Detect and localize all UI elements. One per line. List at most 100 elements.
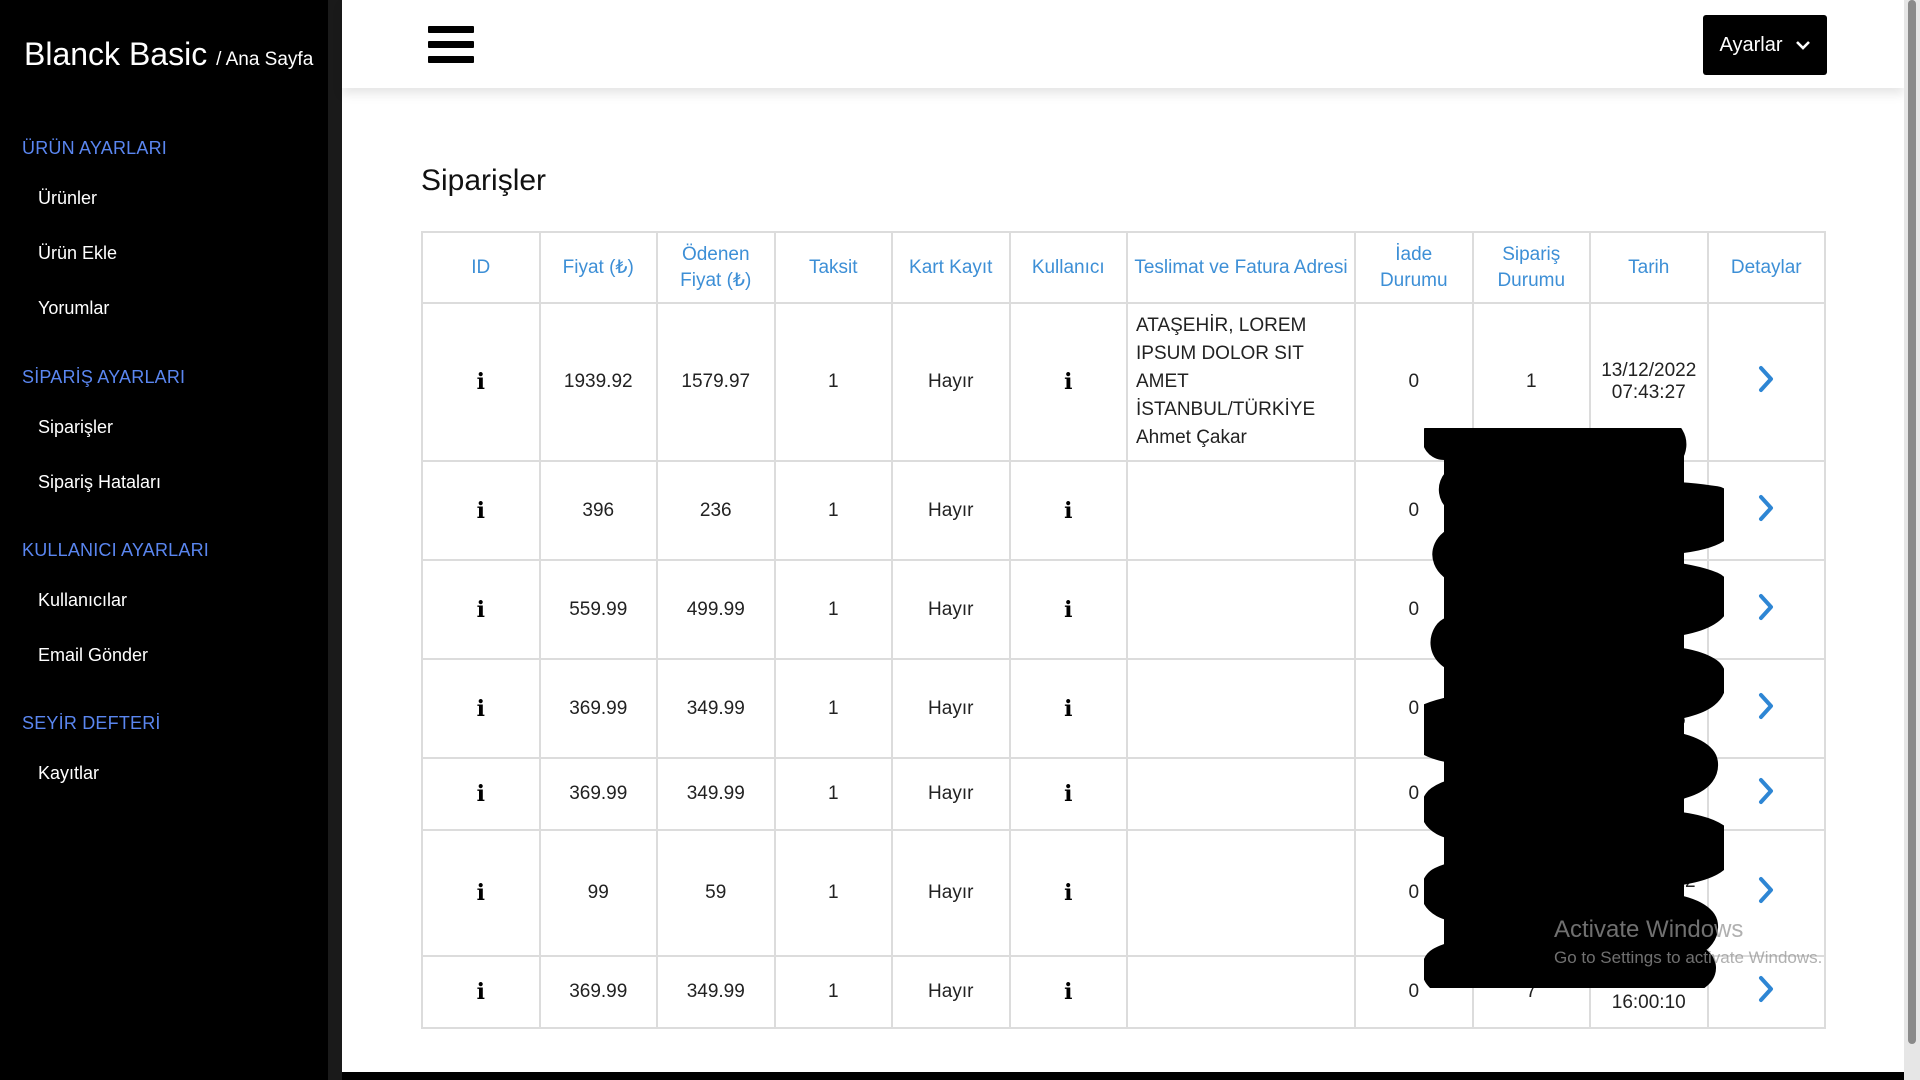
- sidebar-item-yorumlar[interactable]: Yorumlar: [38, 298, 109, 319]
- table-header-row: ID Fiyat (₺) Ödenen Fiyat (₺) Taksit Kar…: [421, 231, 1826, 304]
- installment-cell: 1: [773, 757, 893, 831]
- header-paid-price: Ödenen Fiyat (₺): [656, 231, 776, 304]
- sidebar-item-urun-ekle[interactable]: Ürün Ekle: [38, 243, 117, 264]
- details-cell: [1706, 757, 1826, 831]
- header-address: Teslimat ve Fatura Adresi: [1126, 231, 1356, 304]
- date-text: 13/12/2022: [1601, 360, 1697, 381]
- row-id-cell: i: [421, 658, 541, 759]
- chevron-right-icon[interactable]: [1756, 876, 1776, 910]
- chevron-right-icon[interactable]: [1756, 777, 1776, 811]
- installment-cell: 1: [773, 460, 893, 561]
- info-icon[interactable]: i: [477, 597, 485, 623]
- header-card-saved: Kart Kayıt: [891, 231, 1011, 304]
- user-info-icon[interactable]: i: [1064, 781, 1072, 807]
- info-icon[interactable]: i: [477, 880, 485, 906]
- user-cell: i: [1008, 460, 1128, 561]
- sidebar-item-kullanicilar[interactable]: Kullanıcılar: [38, 590, 127, 611]
- chevron-right-icon[interactable]: [1756, 365, 1776, 399]
- brand[interactable]: Blanck Basic / Ana Sayfa: [24, 36, 313, 73]
- header-id: ID: [421, 231, 541, 304]
- paid-price-cell: 349.99: [656, 757, 776, 831]
- header-price: Fiyat (₺): [538, 231, 658, 304]
- section-title-siparis-ayarlari: SİPARİŞ AYARLARI: [22, 367, 186, 387]
- address-cell: [1126, 460, 1356, 561]
- page-title: Siparişler: [421, 164, 547, 197]
- details-cell: [1706, 829, 1826, 957]
- details-cell: [1706, 955, 1826, 1029]
- info-icon[interactable]: i: [477, 498, 485, 524]
- brand-subtitle: / Ana Sayfa: [216, 49, 314, 70]
- user-cell: i: [1008, 559, 1128, 660]
- header-user: Kullanıcı: [1008, 231, 1128, 304]
- price-cell: 396: [538, 460, 658, 561]
- card-saved-cell: Hayır: [891, 460, 1011, 561]
- sidebar-item-urunler[interactable]: Ürünler: [38, 188, 97, 209]
- installment-cell: 1: [773, 302, 893, 462]
- details-cell: [1706, 658, 1826, 759]
- sidebar-item-siparisler[interactable]: Siparişler: [38, 417, 113, 438]
- user-info-icon[interactable]: i: [1064, 880, 1072, 906]
- info-icon[interactable]: i: [477, 369, 485, 395]
- scrollbar[interactable]: [1904, 0, 1920, 1080]
- time-text: 16:00:10: [1611, 992, 1686, 1013]
- info-icon[interactable]: i: [477, 979, 485, 1005]
- user-info-icon[interactable]: i: [1064, 979, 1072, 1005]
- paid-price-cell: 499.99: [656, 559, 776, 660]
- hamburger-menu-icon[interactable]: [428, 26, 474, 64]
- header-date: Tarih: [1589, 231, 1709, 304]
- paid-price-cell: 236: [656, 460, 776, 561]
- installment-cell: 1: [773, 955, 893, 1029]
- address-cell: [1126, 829, 1356, 957]
- info-icon[interactable]: i: [477, 696, 485, 722]
- row-id-cell: i: [421, 757, 541, 831]
- info-icon[interactable]: i: [477, 781, 485, 807]
- user-cell: i: [1008, 658, 1128, 759]
- section-title-kullanici-ayarlari: KULLANICI AYARLARI: [22, 540, 210, 560]
- user-cell: i: [1008, 829, 1128, 957]
- card-saved-cell: Hayır: [891, 302, 1011, 462]
- address-cell: [1126, 955, 1356, 1029]
- chevron-right-icon[interactable]: [1756, 494, 1776, 528]
- details-cell: [1706, 460, 1826, 561]
- chevron-right-icon[interactable]: [1756, 692, 1776, 726]
- brand-title: Blanck Basic: [24, 36, 208, 72]
- user-info-icon[interactable]: i: [1064, 597, 1072, 623]
- price-cell: 369.99: [538, 757, 658, 831]
- row-id-cell: i: [421, 559, 541, 660]
- sidebar-item-email-gonder[interactable]: Email Gönder: [38, 645, 148, 666]
- user-info-icon[interactable]: i: [1064, 696, 1072, 722]
- address-cell: ATAŞEHİR, LOREM IPSUM DOLOR SIT AMET İST…: [1126, 302, 1356, 462]
- chevron-right-icon[interactable]: [1756, 975, 1776, 1009]
- card-saved-cell: Hayır: [891, 559, 1011, 660]
- price-cell: 559.99: [538, 559, 658, 660]
- row-id-cell: i: [421, 302, 541, 462]
- installment-cell: 1: [773, 658, 893, 759]
- paid-price-cell: 349.99: [656, 955, 776, 1029]
- topbar: Ayarlar: [342, 0, 1904, 88]
- user-info-icon[interactable]: i: [1064, 369, 1072, 395]
- paid-price-cell: 349.99: [656, 658, 776, 759]
- user-cell: i: [1008, 757, 1128, 831]
- card-saved-cell: Hayır: [891, 829, 1011, 957]
- user-info-icon[interactable]: i: [1064, 498, 1072, 524]
- address-cell: [1126, 757, 1356, 831]
- header-installment: Taksit: [773, 231, 893, 304]
- user-cell: i: [1008, 955, 1128, 1029]
- card-saved-cell: Hayır: [891, 757, 1011, 831]
- row-id-cell: i: [421, 460, 541, 561]
- price-cell: 369.99: [538, 658, 658, 759]
- section-title-seyir-defteri: SEYİR DEFTERİ: [22, 713, 161, 733]
- card-saved-cell: Hayır: [891, 955, 1011, 1029]
- sidebar-item-siparis-hatalari[interactable]: Sipariş Hataları: [38, 472, 161, 493]
- price-cell: 99: [538, 829, 658, 957]
- installment-cell: 1: [773, 829, 893, 957]
- main-content: Ayarlar Siparişler ID Fiyat (₺) Ödenen F…: [342, 0, 1904, 1072]
- paid-price-cell: 1579.97: [656, 302, 776, 462]
- settings-dropdown-button[interactable]: Ayarlar: [1703, 15, 1827, 75]
- chevron-right-icon[interactable]: [1756, 593, 1776, 627]
- scrollbar-thumb[interactable]: [1908, 0, 1916, 1044]
- details-cell: [1706, 302, 1826, 462]
- section-title-urun-ayarlari: ÜRÜN AYARLARI: [22, 138, 167, 158]
- row-id-cell: i: [421, 829, 541, 957]
- sidebar-item-kayitlar[interactable]: Kayıtlar: [38, 763, 99, 784]
